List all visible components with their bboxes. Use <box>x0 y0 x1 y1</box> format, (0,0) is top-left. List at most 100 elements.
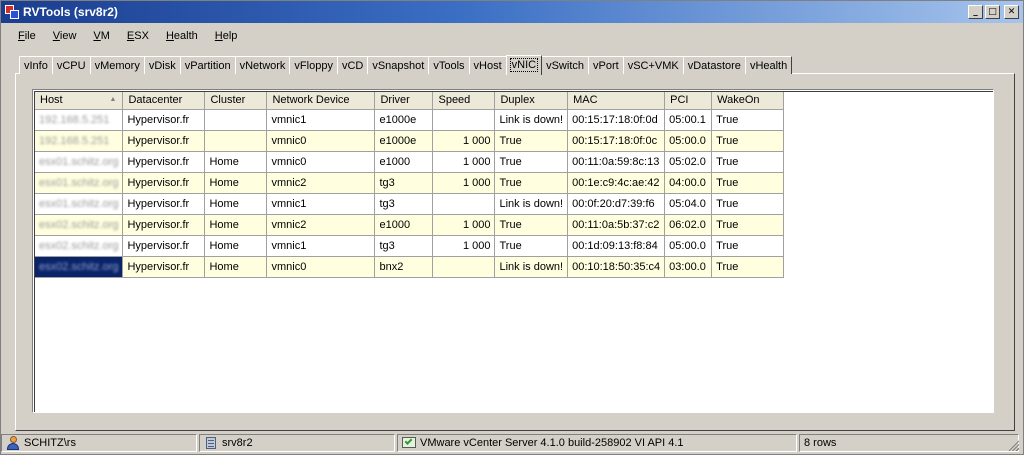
table-cell-pci[interactable]: 03:00.0 <box>664 256 713 278</box>
tab-vsnapshot[interactable]: vSnapshot <box>367 56 430 74</box>
table-cell-datacenter[interactable]: Hypervisor.fr <box>122 109 206 131</box>
table-cell-network-device[interactable]: vmnic1 <box>266 235 376 257</box>
table-cell-duplex[interactable]: True <box>494 130 569 152</box>
tab-vcpu[interactable]: vCPU <box>51 56 91 74</box>
tab-vport[interactable]: vPort <box>588 56 624 74</box>
table-cell-network-device[interactable]: vmnic0 <box>266 256 376 278</box>
tab-vmemory[interactable]: vMemory <box>89 56 145 74</box>
table-row[interactable]: 192.168.5.251 Hypervisor.fr vmnic1 e1000e Li… <box>35 109 785 131</box>
table-cell-cluster[interactable]: Home <box>204 151 268 173</box>
table-cell-datacenter[interactable]: Hypervisor.fr <box>122 256 206 278</box>
table-cell-network-device[interactable]: vmnic2 <box>266 214 376 236</box>
table-cell-cluster[interactable] <box>204 130 268 152</box>
tab-vswitch[interactable]: vSwitch <box>541 56 589 74</box>
menu-health[interactable]: Health <box>159 28 205 44</box>
table-cell-cluster[interactable]: Home <box>204 256 268 278</box>
table-cell-network-device[interactable]: vmnic1 <box>266 193 376 215</box>
table-cell-network-device[interactable]: vmnic0 <box>266 151 376 173</box>
menu-esx[interactable]: ESX <box>120 28 156 44</box>
table-cell-wakeon[interactable]: True <box>711 193 785 215</box>
table-cell-mac[interactable]: 00:11:0a:5b:37:c2 <box>567 214 666 236</box>
menu-help[interactable]: Help <box>208 28 245 44</box>
column-header-network-device[interactable]: Network Device <box>266 92 376 110</box>
table-row[interactable]: 192.168.5.251 Hypervisor.fr vmnic0 e1000e 1 … <box>35 130 785 152</box>
table-cell-mac[interactable]: 00:10:18:50:35:c4 <box>567 256 666 278</box>
tab-vcd[interactable]: vCD <box>336 56 369 74</box>
table-cell-wakeon[interactable]: True <box>711 172 785 194</box>
table-cell-speed[interactable] <box>432 109 496 131</box>
tab-vnetwork[interactable]: vNetwork <box>234 56 291 74</box>
table-row[interactable]: esx02.schitz.org Hypervisor.fr Home vmnic1 t… <box>35 235 785 257</box>
table-cell-duplex[interactable]: True <box>494 214 569 236</box>
table-cell-datacenter[interactable]: Hypervisor.fr <box>122 172 206 194</box>
tab-vnic[interactable]: vNIC <box>505 55 543 75</box>
table-cell-driver[interactable]: e1000 <box>374 214 434 236</box>
table-cell-host[interactable]: esx01.schitz.org <box>35 193 124 215</box>
table-cell-driver[interactable]: bnx2 <box>374 256 434 278</box>
table-cell-duplex[interactable]: True <box>494 235 569 257</box>
table-cell-mac[interactable]: 00:11:0a:59:8c:13 <box>567 151 666 173</box>
table-cell-pci[interactable]: 04:00.0 <box>664 172 713 194</box>
resize-grip[interactable] <box>1007 439 1019 451</box>
table-cell-duplex[interactable]: Link is down! <box>494 109 569 131</box>
menu-vm[interactable]: VM <box>86 28 117 44</box>
column-header-duplex[interactable]: Duplex <box>494 92 569 110</box>
table-cell-host[interactable]: 192.168.5.251 <box>35 130 124 152</box>
table-row[interactable]: esx01.schitz.org Hypervisor.fr Home vmnic2 t… <box>35 172 785 194</box>
maximize-button[interactable]: □ <box>985 5 1000 19</box>
tab-vpartition[interactable]: vPartition <box>179 56 236 74</box>
table-cell-duplex[interactable]: True <box>494 172 569 194</box>
column-header-speed[interactable]: Speed <box>432 92 496 110</box>
table-cell-datacenter[interactable]: Hypervisor.fr <box>122 130 206 152</box>
column-header-wakeon[interactable]: WakeOn <box>711 92 785 110</box>
table-cell-driver[interactable]: tg3 <box>374 172 434 194</box>
table-cell-pci[interactable]: 05:02.0 <box>664 151 713 173</box>
tab-vsc-vmk[interactable]: vSC+VMK <box>622 56 684 74</box>
table-cell-network-device[interactable]: vmnic2 <box>266 172 376 194</box>
table-cell-speed[interactable]: 1 000 <box>432 235 496 257</box>
table-cell-mac[interactable]: 00:15:17:18:0f:0c <box>567 130 666 152</box>
table-cell-pci[interactable]: 05:00.0 <box>664 235 713 257</box>
table-cell-host[interactable]: esx02.schitz.org <box>35 214 124 236</box>
table-cell-host[interactable]: esx02.schitz.org <box>35 235 124 257</box>
table-cell-host[interactable]: esx02.schitz.org <box>35 256 124 278</box>
tab-vhealth[interactable]: vHealth <box>744 56 793 74</box>
table-cell-mac[interactable]: 00:1d:09:13:f8:84 <box>567 235 666 257</box>
menu-view[interactable]: View <box>46 28 84 44</box>
table-cell-speed[interactable]: 1 000 <box>432 151 496 173</box>
table-cell-pci[interactable]: 05:00.0 <box>664 130 713 152</box>
table-cell-pci[interactable]: 05:00.1 <box>664 109 713 131</box>
table-cell-cluster[interactable]: Home <box>204 172 268 194</box>
table-cell-datacenter[interactable]: Hypervisor.fr <box>122 235 206 257</box>
tab-vdisk[interactable]: vDisk <box>143 56 181 74</box>
table-cell-wakeon[interactable]: True <box>711 214 785 236</box>
table-cell-host[interactable]: 192.168.5.251 <box>35 109 124 131</box>
table-cell-duplex[interactable]: Link is down! <box>494 256 569 278</box>
table-cell-pci[interactable]: 05:04.0 <box>664 193 713 215</box>
table-cell-wakeon[interactable]: True <box>711 151 785 173</box>
table-row[interactable]: esx01.schitz.org Hypervisor.fr Home vmnic0 e… <box>35 151 785 173</box>
table-cell-pci[interactable]: 06:02.0 <box>664 214 713 236</box>
column-header-driver[interactable]: Driver <box>374 92 434 110</box>
table-cell-speed[interactable]: 1 000 <box>432 130 496 152</box>
table-cell-cluster[interactable]: Home <box>204 235 268 257</box>
data-grid[interactable]: Host ▲ Datacenter Cluster Network Device Driv… <box>32 89 994 413</box>
tab-vfloppy[interactable]: vFloppy <box>289 56 338 74</box>
tab-vtools[interactable]: vTools <box>428 56 470 74</box>
table-cell-driver[interactable]: e1000e <box>374 109 434 131</box>
table-cell-datacenter[interactable]: Hypervisor.fr <box>122 214 206 236</box>
table-cell-host[interactable]: esx01.schitz.org <box>35 172 124 194</box>
table-cell-speed[interactable]: 1 000 <box>432 172 496 194</box>
table-cell-wakeon[interactable]: True <box>711 130 785 152</box>
table-cell-network-device[interactable]: vmnic0 <box>266 130 376 152</box>
tab-vinfo[interactable]: vInfo <box>19 56 53 74</box>
title-bar[interactable]: RVTools (srv8r2) _ □ ✕ <box>1 1 1023 23</box>
tab-vdatastore[interactable]: vDatastore <box>682 56 746 74</box>
minimize-button[interactable]: _ <box>968 5 983 19</box>
menu-file[interactable]: File <box>11 28 43 44</box>
table-cell-driver[interactable]: tg3 <box>374 193 434 215</box>
table-cell-mac[interactable]: 00:1e:c9:4c:ae:42 <box>567 172 666 194</box>
table-cell-wakeon[interactable]: True <box>711 235 785 257</box>
table-cell-driver[interactable]: e1000 <box>374 151 434 173</box>
table-cell-network-device[interactable]: vmnic1 <box>266 109 376 131</box>
